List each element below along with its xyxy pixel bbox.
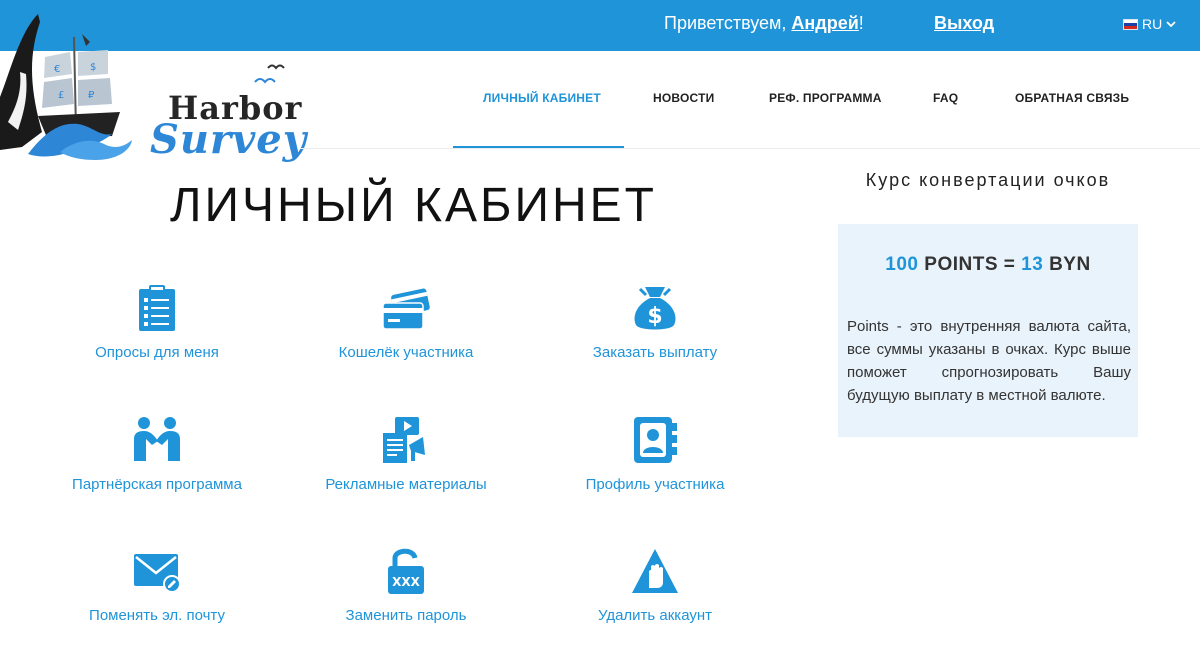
tile-promo-materials[interactable]: Рекламные материалы [286,415,526,515]
points-unit: POINTS = [924,254,1016,275]
conversion-description: Points - это внутренняя валюта сайта, вс… [847,318,1131,404]
tile-label: Заменить пароль [345,607,467,624]
tile-my-surveys[interactable]: Опросы для меня [37,283,277,383]
svg-text:€: € [54,64,60,75]
nav-item-faq[interactable]: FAQ [933,91,958,105]
russian-flag-icon [1123,18,1138,30]
tile-change-password[interactable]: XXX Заменить пароль [286,546,526,645]
svg-text:£: £ [58,90,64,101]
warning-hand-icon [630,546,680,596]
svg-text:₽: ₽ [88,90,95,101]
nav-item-news[interactable]: НОВОСТИ [653,91,714,105]
money-unit: BYN [1049,254,1091,275]
tile-label: Кошелёк участника [338,344,474,361]
tile-label: Партнёрская программа [72,476,242,493]
clipboard-list-icon [132,283,182,333]
greeting-prefix: Приветствуем, [664,13,792,33]
money-value: 13 [1021,254,1044,275]
svg-text:$: $ [90,62,96,73]
site-logo[interactable]: € $ £ ₽ Harbor Survey [0,12,307,163]
page-title: ЛИЧНЫЙ КАБИНЕТ [170,179,657,232]
tile-label: Рекламные материалы [325,476,487,493]
tile-request-payout[interactable]: $ Заказать выплату [535,283,775,383]
conversion-heading: Курс конвертации очков [865,170,1111,190]
logout-link[interactable]: Выход [934,13,994,34]
chevron-down-icon [1166,21,1176,28]
logo-text-survey: Survey [150,116,307,163]
header-divider [300,148,1200,149]
tile-delete-account[interactable]: Удалить аккаунт [535,546,775,645]
nav-item-referral[interactable]: РЕФ. ПРОГРАММА [769,91,882,105]
tile-wallet[interactable]: Кошелёк участника [286,283,526,383]
unlocked-padlock-icon: XXX [381,546,431,596]
tile-label: Профиль участника [585,476,725,493]
tile-label: Поменять эл. почту [89,607,225,624]
tile-member-profile[interactable]: Профиль участника [535,415,775,515]
nav-item-feedback[interactable]: ОБРАТНАЯ СВЯЗЬ [1015,91,1129,105]
tile-label: Опросы для меня [95,344,219,361]
language-label: RU [1142,16,1163,32]
promo-materials-icon [381,415,431,465]
credit-cards-icon [381,283,431,333]
points-value: 100 [885,254,919,275]
greeting: Приветствуем, Андрей! [664,13,864,34]
conversion-rate-box: 100 POINTS = 13 BYN Points - это внутрен… [838,224,1138,437]
nav-item-account[interactable]: ЛИЧНЫЙ КАБИНЕТ [483,91,601,105]
user-name-link[interactable]: Андрей [791,13,858,33]
greeting-suffix: ! [858,13,864,33]
language-selector[interactable]: RU [1123,16,1176,32]
svg-text:$: $ [647,304,662,329]
tile-label: Удалить аккаунт [597,607,713,624]
handshake-icon [132,415,182,465]
address-book-icon [630,415,680,465]
tile-label: Заказать выплату [592,344,718,361]
svg-text:XXX: XXX [392,575,421,589]
tile-partner-program[interactable]: Партнёрская программа [37,415,277,515]
tile-change-email[interactable]: Поменять эл. почту [37,546,277,645]
money-bag-icon: $ [630,283,680,333]
conversion-rate: 100 POINTS = 13 BYN [838,254,1138,276]
envelope-edit-icon [132,546,182,596]
